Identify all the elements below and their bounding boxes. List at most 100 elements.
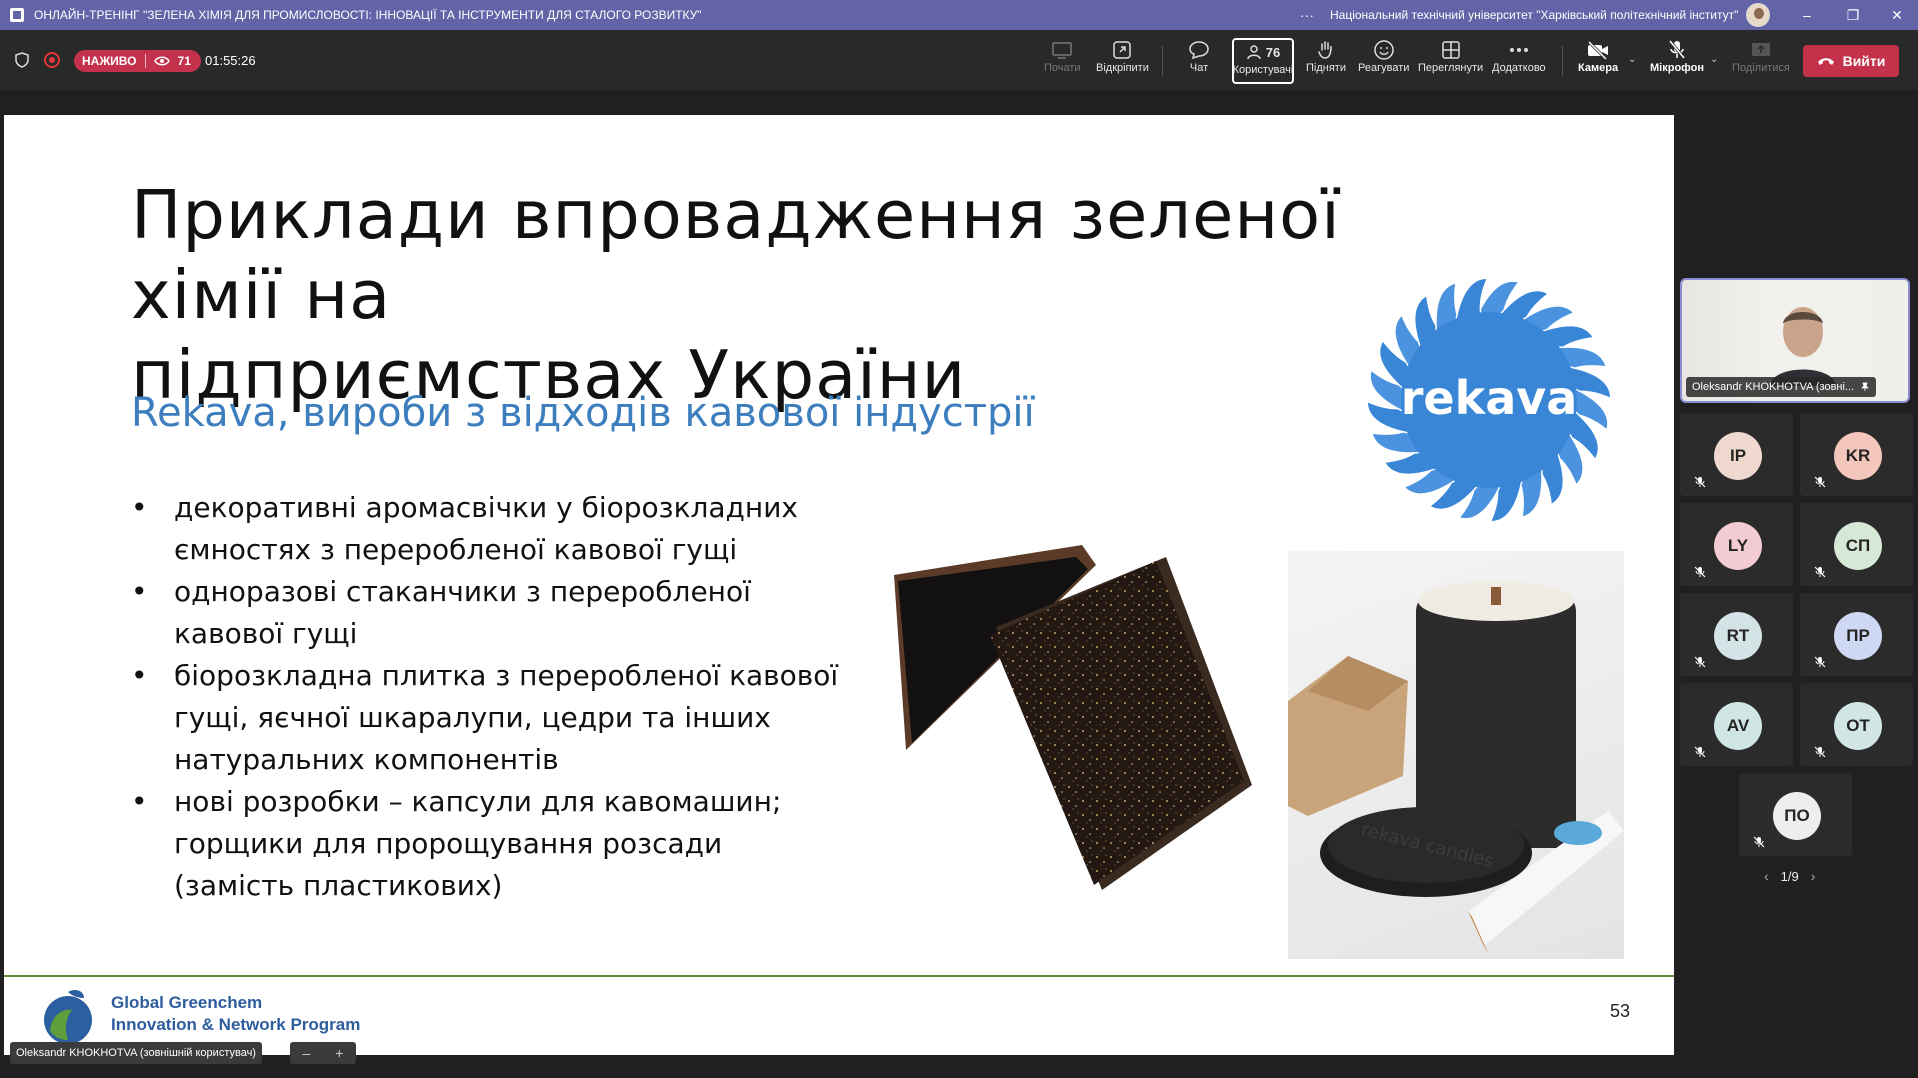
camera-off-icon	[1586, 38, 1610, 62]
greenchem-program-name: Global Greenchem Innovation & Network Pr…	[111, 992, 360, 1036]
recording-icon	[44, 52, 60, 68]
muted-mic-icon	[1694, 566, 1706, 578]
participant-avatar: СП	[1834, 522, 1882, 570]
participant-tile[interactable]: ПР	[1800, 593, 1913, 676]
participants-count: 76	[1265, 44, 1281, 60]
muted-mic-icon	[1814, 746, 1826, 758]
mic-options-chevron-icon[interactable]: ⌄	[1710, 54, 1718, 65]
meeting-timer: 01:55:26	[205, 53, 256, 68]
presenter-video	[1770, 307, 1836, 386]
people-icon	[1247, 45, 1261, 60]
participants-icon-row: 76	[1246, 40, 1280, 64]
leave-label: Вийти	[1842, 53, 1886, 69]
participants-button[interactable]: 76 Користувачі	[1232, 38, 1294, 84]
smile-icon	[1373, 38, 1395, 62]
share-icon	[1750, 38, 1772, 62]
organization-name: Національний технічний університет "Харк…	[1330, 8, 1739, 22]
mic-off-icon	[1667, 38, 1687, 62]
start-label: Почати	[1044, 62, 1081, 74]
unpin-button[interactable]: Відкріпити	[1096, 38, 1149, 84]
more-options-icon[interactable]: ···	[1300, 7, 1314, 23]
view-button[interactable]: Переглянути	[1418, 38, 1483, 84]
prev-page-chevron-icon[interactable]: ‹	[1764, 868, 1769, 884]
zoom-in-button[interactable]: +	[335, 1045, 343, 1061]
restore-button[interactable]: ❐	[1830, 0, 1876, 30]
grid-icon	[1441, 38, 1461, 62]
participant-avatar: IP	[1714, 432, 1762, 480]
share-label: Поділитися	[1732, 62, 1790, 74]
participant-avatar: LY	[1714, 522, 1762, 570]
participant-tile[interactable]: OT	[1800, 683, 1913, 766]
ellipsis-icon	[1509, 38, 1529, 62]
minimize-button[interactable]: –	[1784, 0, 1830, 30]
participant-avatar: AV	[1714, 702, 1762, 750]
bullet-item: одноразові стаканчики з переробленої кав…	[131, 571, 851, 655]
participant-avatar: ПР	[1834, 612, 1882, 660]
shield-icon[interactable]	[14, 52, 30, 68]
slide-title: Приклади впровадження зеленої хімії на п…	[131, 175, 1431, 415]
start-button[interactable]: Почати	[1044, 38, 1081, 84]
presenter-tile-name: Oleksandr KHOKHOTVA (зовні...	[1692, 381, 1855, 393]
slide-subtitle: Rekava, вироби з відходів кавової індуст…	[131, 390, 1035, 436]
leave-button[interactable]: Вийти	[1803, 45, 1899, 77]
participant-tile[interactable]: ПО	[1739, 773, 1852, 856]
bullet-item: біорозкладна плитка з переробленої кавов…	[131, 655, 851, 781]
close-button[interactable]: ✕	[1874, 0, 1918, 30]
participant-tile[interactable]: LY	[1680, 503, 1793, 586]
presenter-tile-label: Oleksandr KHOKHOTVA (зовні...	[1686, 377, 1877, 397]
mic-button[interactable]: Мікрофон	[1650, 38, 1704, 84]
participant-avatar: KR	[1834, 432, 1882, 480]
raise-label: Підняти	[1306, 62, 1346, 74]
share-button[interactable]: Поділитися	[1732, 38, 1790, 84]
presenter-video-tile[interactable]: Oleksandr KHOKHOTVA (зовні...	[1680, 278, 1910, 403]
next-page-chevron-icon[interactable]: ›	[1811, 868, 1816, 884]
react-label: Реагувати	[1358, 62, 1410, 74]
live-badge: НАЖИВО 71	[74, 50, 201, 72]
muted-mic-icon	[1694, 746, 1706, 758]
greenchem-line2: Innovation & Network Program	[111, 1015, 361, 1034]
viewer-count: 71	[177, 54, 191, 68]
chat-button[interactable]: Чат	[1188, 38, 1210, 84]
more-button[interactable]: Додатково	[1492, 38, 1546, 84]
phone-hangup-icon	[1817, 58, 1834, 65]
user-avatar[interactable]	[1746, 3, 1770, 27]
pin-icon[interactable]	[1860, 382, 1870, 392]
rekava-logo: rekava	[1366, 277, 1612, 523]
title-bar: ОНЛАЙН-ТРЕНІНГ "ЗЕЛЕНА ХІМІЯ ДЛЯ ПРОМИСЛ…	[0, 0, 1918, 30]
camera-label: Камера	[1578, 62, 1619, 74]
meeting-toolbar: НАЖИВО 71 01:55:26 Почати Відкріпити Чат	[0, 30, 1918, 90]
participant-avatar: OT	[1834, 702, 1882, 750]
zoom-out-button[interactable]: –	[303, 1045, 311, 1061]
bullet-item: нові розробки – капсули для кавомашин; г…	[131, 781, 851, 907]
raise-hand-button[interactable]: Підняти	[1306, 38, 1346, 84]
mic-label: Мікрофон	[1650, 62, 1705, 74]
participant-pager: ‹ 1/9 ›	[1764, 868, 1815, 884]
footer-divider	[4, 975, 1674, 977]
candle-product-photo: rekava candles	[1288, 551, 1624, 959]
participants-label: Користувачі	[1232, 64, 1294, 76]
toolbar-separator	[1162, 46, 1163, 76]
camera-options-chevron-icon[interactable]: ⌄	[1628, 54, 1636, 65]
live-separator	[144, 54, 146, 68]
participant-tile[interactable]: IP	[1680, 413, 1793, 496]
participant-tile[interactable]: KR	[1800, 413, 1913, 496]
zoom-controls: – +	[290, 1042, 356, 1064]
muted-mic-icon	[1694, 656, 1706, 668]
page-indicator: 1/9	[1780, 868, 1799, 884]
participant-tile[interactable]: RT	[1680, 593, 1793, 676]
camera-button[interactable]: Камера	[1578, 38, 1618, 84]
more-label: Додатково	[1492, 62, 1546, 74]
coffee-tile-image	[894, 545, 1252, 890]
unpin-label: Відкріпити	[1096, 62, 1149, 74]
greenchem-line1: Global Greenchem	[111, 993, 263, 1012]
muted-mic-icon	[1814, 656, 1826, 668]
toolbar-separator	[1562, 46, 1563, 76]
candle-illustration: rekava candles	[1288, 581, 1624, 953]
chat-label: Чат	[1189, 62, 1209, 74]
chat-icon	[1188, 38, 1210, 62]
participant-tile[interactable]: AV	[1680, 683, 1793, 766]
participant-avatar: ПО	[1773, 792, 1821, 840]
react-button[interactable]: Реагувати	[1358, 38, 1409, 84]
presenter-name-strip: Oleksandr KHOKHOTVA (зовнішній користува…	[10, 1042, 262, 1064]
participant-tile[interactable]: СП	[1800, 503, 1913, 586]
